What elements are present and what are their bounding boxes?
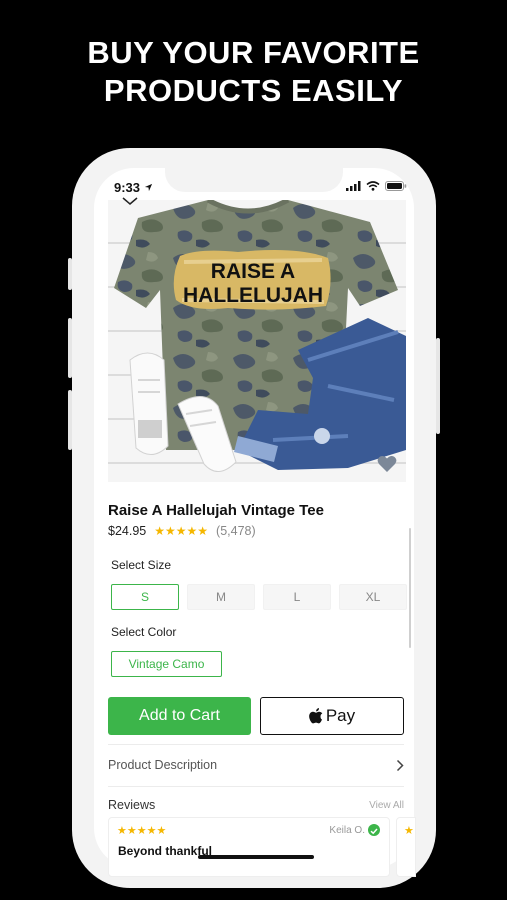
- scrollbar[interactable]: [409, 528, 411, 648]
- cellular-signal-icon: [346, 181, 361, 191]
- location-arrow-icon: [144, 183, 152, 192]
- chevron-right-icon: [396, 759, 404, 771]
- product-description-label: Product Description: [108, 758, 218, 772]
- reviews-title: Reviews: [108, 798, 156, 812]
- chevron-down-icon[interactable]: [121, 196, 139, 206]
- size-option-xl[interactable]: XL: [339, 584, 407, 610]
- size-option-l[interactable]: L: [263, 584, 331, 610]
- apple-logo-icon: [308, 708, 323, 724]
- review-author: Keila O.: [329, 825, 365, 836]
- phone-mute-switch: [68, 258, 72, 290]
- battery-icon: [385, 181, 407, 191]
- review-stars: ★: [404, 825, 414, 837]
- product-price: $24.95: [108, 524, 147, 538]
- home-indicator[interactable]: [198, 855, 314, 859]
- view-all-reviews-link[interactable]: View All: [369, 800, 404, 811]
- add-to-cart-button[interactable]: Add to Cart: [108, 697, 251, 735]
- product-description-row[interactable]: Product Description: [108, 752, 404, 778]
- promo-line-2: PRODUCTS EASILY: [103, 73, 404, 108]
- shirt-print-line-1: RAISE A: [211, 260, 295, 283]
- promo-headline: BUY YOUR FAVORITE PRODUCTS EASILY: [0, 34, 507, 110]
- phone-notch: [165, 160, 343, 192]
- reviews-header: Reviews View All: [108, 798, 404, 812]
- apple-pay-label: Pay: [325, 706, 356, 725]
- apple-pay-button[interactable]: Pay: [260, 697, 404, 735]
- status-icons: [346, 181, 407, 191]
- promo-line-1: BUY YOUR FAVORITE: [87, 35, 420, 70]
- color-option-vintage-camo[interactable]: Vintage Camo: [111, 651, 222, 677]
- divider: [108, 786, 404, 787]
- size-option-s[interactable]: S: [111, 584, 179, 610]
- review-stars: ★★★★★: [117, 825, 167, 837]
- product-image[interactable]: RAISE A HALLELUJAH: [108, 200, 406, 482]
- phone-volume-up: [68, 318, 72, 378]
- status-time: 9:33: [114, 180, 153, 195]
- size-option-m[interactable]: M: [187, 584, 255, 610]
- review-card-next[interactable]: ★: [396, 817, 416, 877]
- select-size-label: Select Size: [111, 558, 172, 572]
- rating-stars: ★★★★★: [154, 524, 209, 538]
- select-color-label: Select Color: [111, 625, 177, 639]
- wifi-icon: [366, 181, 380, 191]
- product-title: Raise A Hallelujah Vintage Tee: [108, 502, 324, 519]
- phone-power-button: [436, 338, 440, 434]
- verified-check-icon: [368, 824, 380, 836]
- product-photo-illustration: RAISE A HALLELUJAH: [114, 200, 406, 472]
- rating-count[interactable]: (5,478): [216, 524, 256, 538]
- size-options: S M L XL: [111, 584, 407, 610]
- shirt-print-line-2: HALLELUJAH: [183, 284, 323, 307]
- phone-volume-down: [68, 390, 72, 450]
- favorite-heart-icon[interactable]: [377, 455, 397, 473]
- price-rating-row: $24.95 ★★★★★ (5,478): [108, 524, 256, 538]
- divider: [108, 744, 404, 745]
- review-card[interactable]: ★★★★★ Keila O. Beyond thankful: [108, 817, 390, 877]
